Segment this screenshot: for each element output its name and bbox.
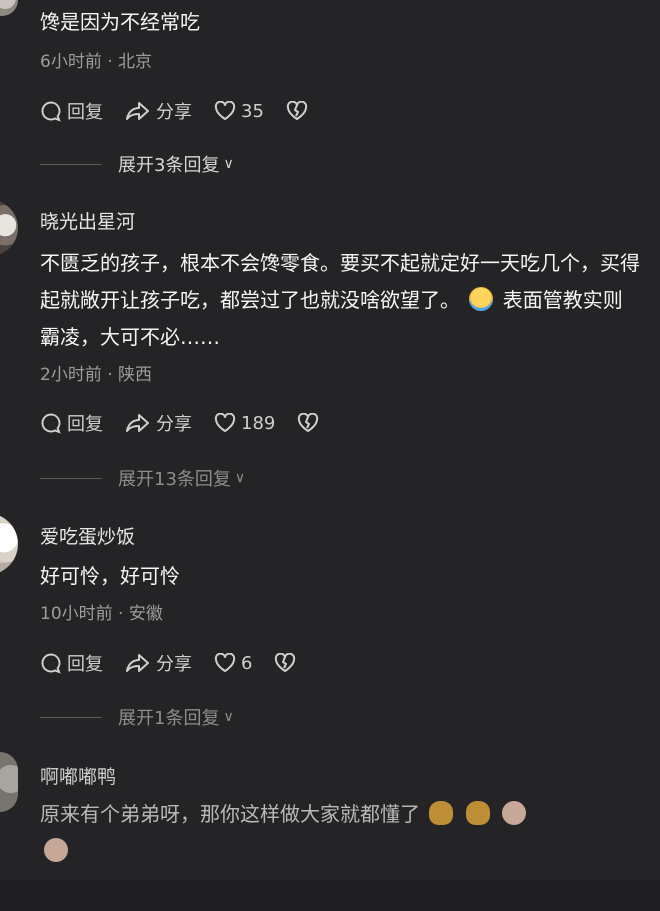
comment-bubble-icon [41,653,61,674]
share-button[interactable]: 分享 [125,98,192,124]
comment-actions: 回复 分享 189 [40,409,346,437]
avatar[interactable] [0,0,18,16]
comment-actions: 回复 分享 35 [40,97,335,125]
comment-bubble-icon [41,413,61,434]
share-button[interactable]: 分享 [125,410,192,436]
expand-label: 展开13条回复 [118,469,231,490]
reply-label: 回复 [67,654,103,675]
avatar[interactable] [0,752,18,812]
comment-meta: 6小时前 · 北京 [40,52,153,72]
heart-icon [214,653,236,672]
like-button[interactable]: 189 [214,413,275,434]
like-count: 189 [241,412,276,434]
chevron-down-icon: ∨ [234,470,246,486]
reply-label: 回复 [67,102,103,123]
broken-heart-icon [286,101,308,120]
share-arrow-icon [126,654,149,672]
crying-laughing-emoji [469,287,494,311]
expand-replies-button[interactable]: 展开1条回复 ∨ [40,705,234,729]
username[interactable]: 啊嘟嘟鸭 [40,762,116,789]
share-button[interactable]: 分享 [125,650,192,676]
chevron-down-icon: ∨ [223,156,234,172]
expand-replies-button[interactable]: 展开3条回复 ∨ [40,152,234,176]
chevron-down-icon: ∨ [223,709,234,725]
username[interactable]: 晓光出星河 [40,207,135,234]
folded-hands-emoji [429,801,454,825]
username[interactable]: 爱吃蛋炒饭 [40,522,135,549]
expand-label: 展开1条回复 [118,708,220,729]
like-count: 35 [241,100,264,122]
comment-meta: 2小时前 · 陕西 [40,365,153,385]
divider [40,477,102,479]
grinning-emoji [502,801,527,825]
grinning-emoji [44,838,68,862]
broken-heart-icon [298,413,319,432]
comment-meta: 10小时前 · 安徽 [40,604,163,624]
reply-button[interactable]: 回复 [40,98,103,124]
avatar[interactable] [0,513,18,575]
share-arrow-icon [126,102,149,120]
heart-icon [214,101,236,120]
heart-icon [214,413,236,432]
divider [40,163,102,165]
reply-label: 回复 [67,414,103,435]
broken-heart-icon [275,653,296,672]
folded-hands-emoji [465,801,490,825]
comment-bubble-icon [41,101,61,122]
divider [40,716,102,718]
expand-replies-button[interactable]: 展开13条回复 ∨ [40,466,245,490]
bottom-overlay [0,880,660,911]
share-label: 分享 [156,102,192,123]
dislike-button[interactable] [274,653,301,673]
like-button[interactable]: 6 [214,653,252,674]
share-label: 分享 [156,654,192,675]
share-label: 分享 [156,414,192,435]
like-count: 6 [241,652,253,674]
dislike-button[interactable] [286,101,313,121]
reply-button[interactable]: 回复 [40,650,103,676]
comment-text: 原来有个弟弟呀，那你这样做大家就都懂了 [40,796,640,870]
expand-label: 展开3条回复 [118,155,220,176]
avatar[interactable] [0,200,18,256]
comment-text: 不匮乏的孩子，根本不会馋零食。要买不起就定好一天吃几个，买得起就敞开让孩子吃，都… [40,245,640,356]
like-button[interactable]: 35 [214,101,264,122]
share-arrow-icon [126,414,149,432]
reply-button[interactable]: 回复 [40,410,103,436]
comment-text: 馋是因为不经常吃 [40,10,200,34]
dislike-button[interactable] [297,413,324,433]
comment-text-main: 原来有个弟弟呀，那你这样做大家就都懂了 [40,802,420,826]
comment-text: 好可怜，好可怜 [40,564,180,588]
comment-actions: 回复 分享 6 [40,649,323,677]
